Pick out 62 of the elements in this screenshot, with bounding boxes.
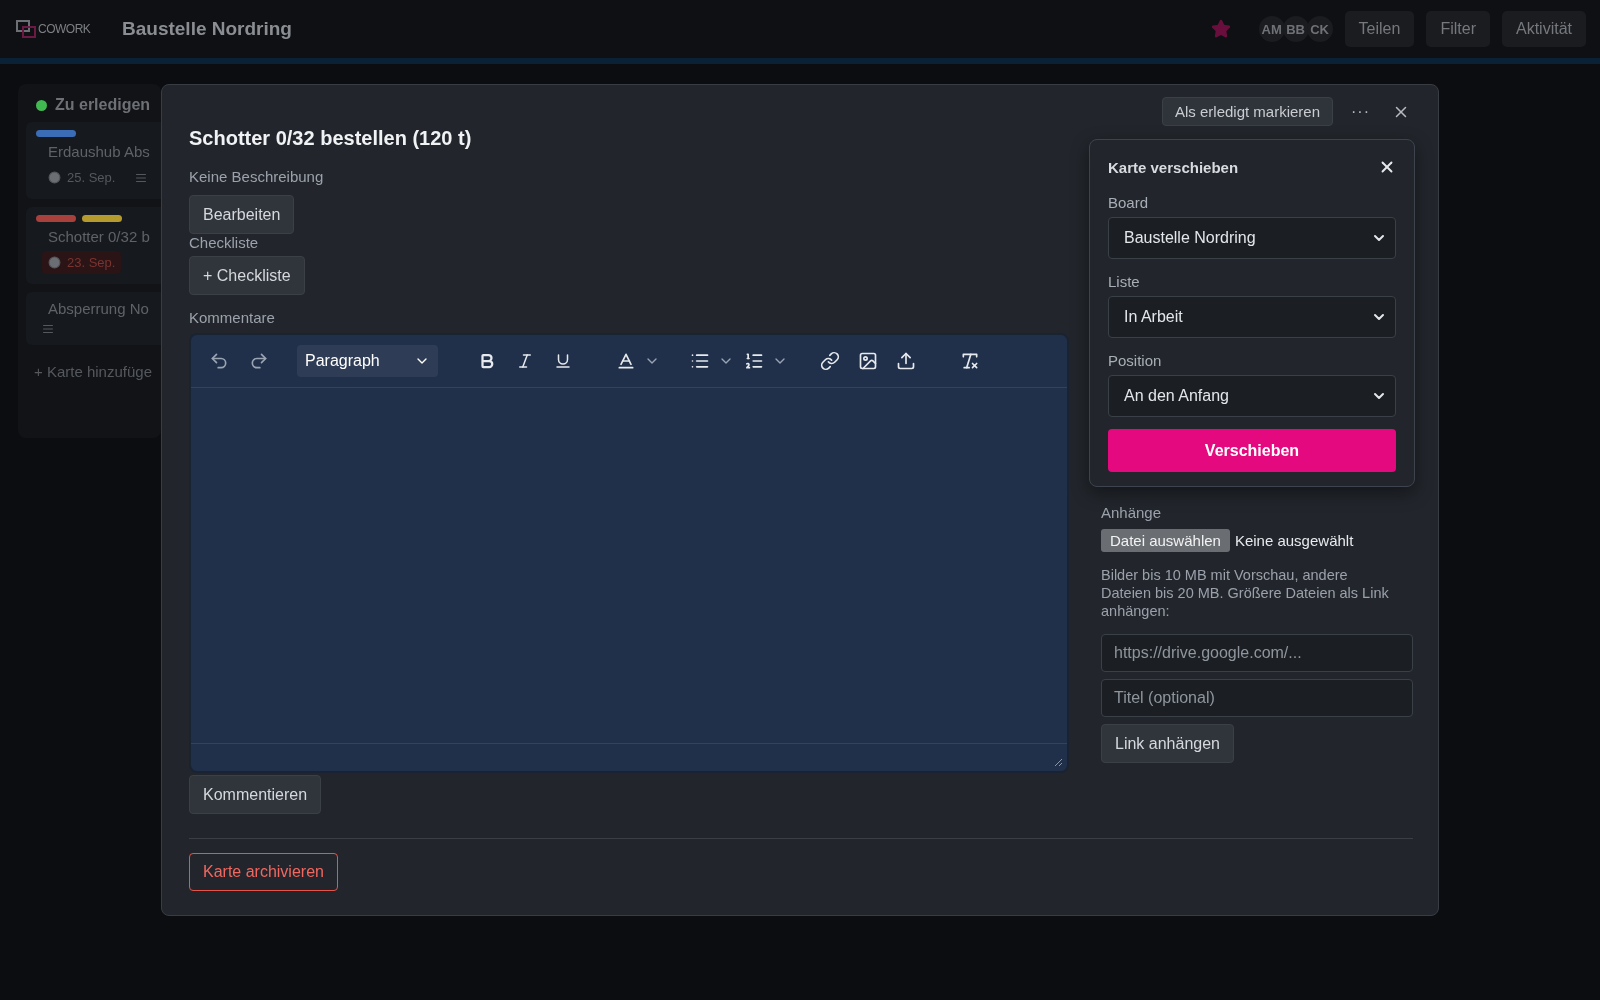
section-label: Anhänge — [1101, 504, 1162, 521]
link-icon[interactable] — [820, 351, 840, 371]
more-button[interactable]: ··· — [1351, 97, 1370, 126]
attachment-hint: Bilder bis 10 MB mit Vorschau, andere Dateien bis 20 MB. Größere Dateien als Link anhängen: — [1101, 566, 1390, 620]
task-card[interactable]: Erdaushub Abs 25. Sep. — [26, 122, 161, 199]
comment-editor[interactable]: Paragraph — [189, 333, 1069, 773]
card-title: Erdaushub Abs — [47, 143, 151, 160]
logo-icon — [16, 20, 36, 38]
avatar[interactable]: BB — [1282, 16, 1309, 42]
clear-format-icon[interactable] — [960, 351, 980, 371]
section-label: Kommentare — [189, 309, 275, 326]
board-title: Baustelle Nordring — [122, 18, 292, 40]
task-card[interactable]: Schotter 0/32 b 23. Sep. — [26, 207, 161, 284]
header-button[interactable]: Teilen — [1344, 11, 1415, 47]
url-field[interactable]: https://drive.google.com/... — [1101, 634, 1413, 672]
choose-file-button[interactable]: Datei auswählen — [1101, 529, 1230, 552]
edit-button[interactable]: Bearbeiten — [189, 195, 295, 234]
section-label: Checkliste — [189, 234, 259, 251]
card-title: Absperrung No — [47, 300, 150, 317]
list-title: Zu erledigen — [55, 96, 151, 114]
avatar[interactable]: CK — [1306, 16, 1333, 42]
logo-text: COWORK — [38, 22, 91, 36]
underline-icon[interactable] — [554, 352, 572, 370]
field-label: Liste — [1108, 273, 1141, 290]
upload-icon[interactable] — [896, 351, 916, 371]
star-icon[interactable] — [1210, 19, 1231, 39]
resize-handle-icon[interactable] — [1054, 758, 1063, 767]
image-icon[interactable] — [858, 351, 878, 371]
numbered-list-icon[interactable] — [744, 351, 764, 371]
card-title: Schotter 0/32 bestellen (120 t) — [189, 127, 473, 150]
italic-icon[interactable] — [516, 352, 534, 370]
comment-button[interactable]: Kommentieren — [189, 775, 322, 814]
select-field[interactable]: An den Anfang — [1108, 375, 1396, 417]
add-card-link[interactable]: + Karte hinzufüge — [26, 353, 161, 380]
attach-link-button[interactable]: Link anhängen — [1101, 724, 1234, 763]
redo-icon[interactable] — [249, 351, 269, 371]
bold-icon[interactable] — [478, 352, 496, 370]
select-field[interactable]: In Arbeit — [1108, 296, 1396, 338]
bullet-list-icon[interactable] — [690, 351, 710, 371]
select-field[interactable]: Baustelle Nordring — [1108, 217, 1396, 259]
archive-button[interactable]: Karte archivieren — [189, 853, 338, 891]
clock-icon — [48, 256, 61, 269]
text-color-icon[interactable] — [616, 351, 636, 371]
avatar[interactable]: AM — [1258, 16, 1285, 42]
header-button[interactable]: Aktivität — [1502, 11, 1586, 47]
description-text: Keine Beschreibung — [189, 168, 324, 185]
add-checklist-button[interactable]: + Checkliste — [189, 256, 305, 295]
popover-title: Karte verschieben — [1108, 158, 1239, 176]
due-date: 25. Sep. — [42, 166, 122, 189]
field-label: Board — [1108, 194, 1150, 211]
undo-icon[interactable] — [209, 351, 229, 371]
format-select[interactable]: Paragraph — [297, 345, 438, 377]
title-field[interactable]: Titel (optional) — [1101, 679, 1413, 717]
mark-done-button[interactable]: Als erledigt markieren — [1161, 97, 1333, 126]
due-date: 23. Sep. — [42, 251, 122, 274]
clock-icon — [48, 171, 61, 184]
move-button[interactable]: Verschieben — [1108, 429, 1396, 472]
task-card[interactable]: Absperrung No — [26, 292, 161, 345]
field-label: Position — [1108, 352, 1163, 369]
header-button[interactable]: Filter — [1426, 11, 1490, 47]
file-status: Keine ausgewählt — [1234, 532, 1354, 549]
card-title: Schotter 0/32 b — [47, 228, 151, 245]
